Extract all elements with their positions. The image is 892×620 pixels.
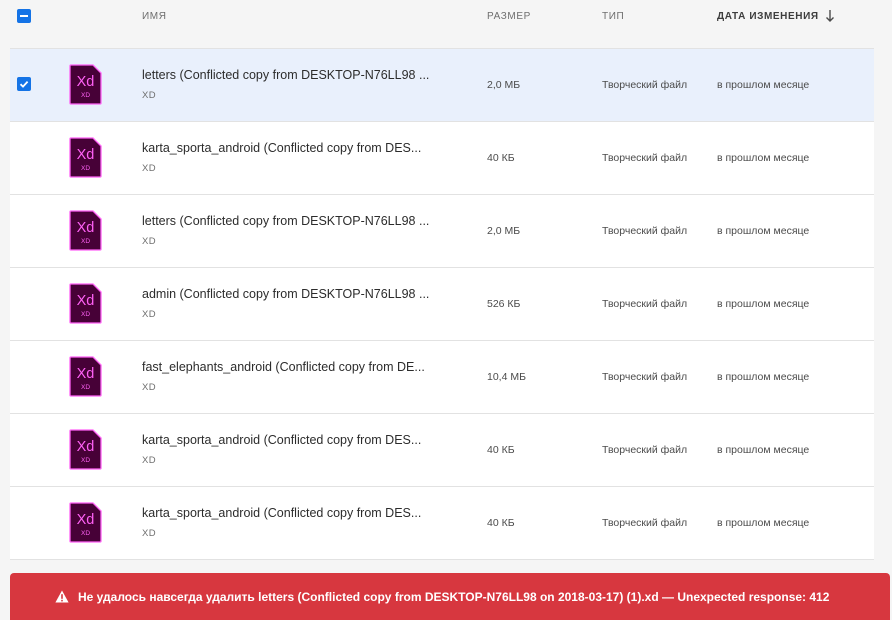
alert-icon <box>55 590 69 603</box>
file-name[interactable]: letters (Conflicted copy from DESKTOP-N7… <box>142 214 442 228</box>
file-type: Творческий файл <box>602 298 688 310</box>
xd-file-icon: Xd XD <box>69 64 102 105</box>
file-size: 40 КБ <box>487 444 515 456</box>
file-extension: XD <box>142 309 156 320</box>
xd-file-icon: Xd XD <box>69 283 102 324</box>
svg-text:Xd: Xd <box>77 74 95 90</box>
file-row[interactable]: Xd XD letters (Conflicted copy from DESK… <box>10 49 874 122</box>
file-name[interactable]: karta_sporta_android (Conflicted copy fr… <box>142 141 442 155</box>
file-type: Творческий файл <box>602 152 688 164</box>
error-message: Не удалось навсегда удалить letters (Con… <box>78 590 830 604</box>
file-type: Творческий файл <box>602 225 688 237</box>
file-name[interactable]: admin (Conflicted copy from DESKTOP-N76L… <box>142 287 442 301</box>
file-row[interactable]: Xd XD karta_sporta_android (Conflicted c… <box>10 487 874 560</box>
file-row[interactable]: Xd XD admin (Conflicted copy from DESKTO… <box>10 268 874 341</box>
svg-text:XD: XD <box>81 384 90 391</box>
xd-file-icon: Xd XD <box>69 356 102 397</box>
file-name[interactable]: letters (Conflicted copy from DESKTOP-N7… <box>142 68 442 82</box>
file-size: 40 КБ <box>487 152 515 164</box>
column-header-name[interactable]: ИМЯ <box>142 11 167 22</box>
file-size: 10,4 МБ <box>487 371 526 383</box>
table-header: ИМЯ РАЗМЕР ТИП ДАТА ИЗМЕНЕНИЯ <box>0 0 892 48</box>
svg-text:XD: XD <box>81 238 90 245</box>
column-header-type[interactable]: ТИП <box>602 11 624 22</box>
svg-text:XD: XD <box>81 311 90 318</box>
file-row[interactable]: Xd XD fast_elephants_android (Conflicted… <box>10 341 874 414</box>
checkmark-icon <box>19 80 29 88</box>
file-row[interactable]: Xd XD karta_sporta_android (Conflicted c… <box>10 122 874 195</box>
file-row[interactable]: Xd XD letters (Conflicted copy from DESK… <box>10 195 874 268</box>
svg-text:Xd: Xd <box>77 293 95 309</box>
file-extension: XD <box>142 236 156 247</box>
svg-text:Xd: Xd <box>77 220 95 236</box>
svg-text:XD: XD <box>81 92 90 99</box>
svg-text:XD: XD <box>81 165 90 172</box>
select-all-checkbox[interactable] <box>17 9 31 23</box>
svg-text:XD: XD <box>81 457 90 464</box>
sort-descending-icon[interactable] <box>825 9 835 23</box>
file-list: Xd XD letters (Conflicted copy from DESK… <box>10 48 874 560</box>
file-modified: в прошлом месяце <box>717 225 810 237</box>
column-header-modified[interactable]: ДАТА ИЗМЕНЕНИЯ <box>717 11 819 22</box>
file-modified: в прошлом месяце <box>717 79 810 91</box>
file-row[interactable]: Xd XD karta_sporta_android (Conflicted c… <box>10 414 874 487</box>
file-type: Творческий файл <box>602 517 688 529</box>
file-type: Творческий файл <box>602 79 688 91</box>
file-extension: XD <box>142 455 156 466</box>
file-modified: в прошлом месяце <box>717 517 810 529</box>
svg-text:Xd: Xd <box>77 147 95 163</box>
column-header-size[interactable]: РАЗМЕР <box>487 11 531 22</box>
file-name[interactable]: karta_sporta_android (Conflicted copy fr… <box>142 433 442 447</box>
file-extension: XD <box>142 528 156 539</box>
file-extension: XD <box>142 90 156 101</box>
xd-file-icon: Xd XD <box>69 210 102 251</box>
svg-text:Xd: Xd <box>77 512 95 528</box>
xd-file-icon: Xd XD <box>69 137 102 178</box>
file-modified: в прошлом месяце <box>717 444 810 456</box>
error-toast: Не удалось навсегда удалить letters (Con… <box>10 573 890 620</box>
file-size: 2,0 МБ <box>487 225 521 237</box>
file-size: 526 КБ <box>487 298 521 310</box>
svg-text:Xd: Xd <box>77 439 95 455</box>
xd-file-icon: Xd XD <box>69 502 102 543</box>
file-extension: XD <box>142 382 156 393</box>
file-size: 2,0 МБ <box>487 79 521 91</box>
xd-file-icon: Xd XD <box>69 429 102 470</box>
row-checkbox[interactable] <box>17 77 31 91</box>
svg-text:XD: XD <box>81 530 90 537</box>
file-modified: в прошлом месяце <box>717 298 810 310</box>
file-modified: в прошлом месяце <box>717 152 810 164</box>
file-type: Творческий файл <box>602 371 688 383</box>
file-name[interactable]: fast_elephants_android (Conflicted copy … <box>142 360 442 374</box>
file-modified: в прошлом месяце <box>717 371 810 383</box>
file-size: 40 КБ <box>487 517 515 529</box>
file-name[interactable]: karta_sporta_android (Conflicted copy fr… <box>142 506 442 520</box>
svg-text:Xd: Xd <box>77 366 95 382</box>
file-type: Творческий файл <box>602 444 688 456</box>
file-extension: XD <box>142 163 156 174</box>
